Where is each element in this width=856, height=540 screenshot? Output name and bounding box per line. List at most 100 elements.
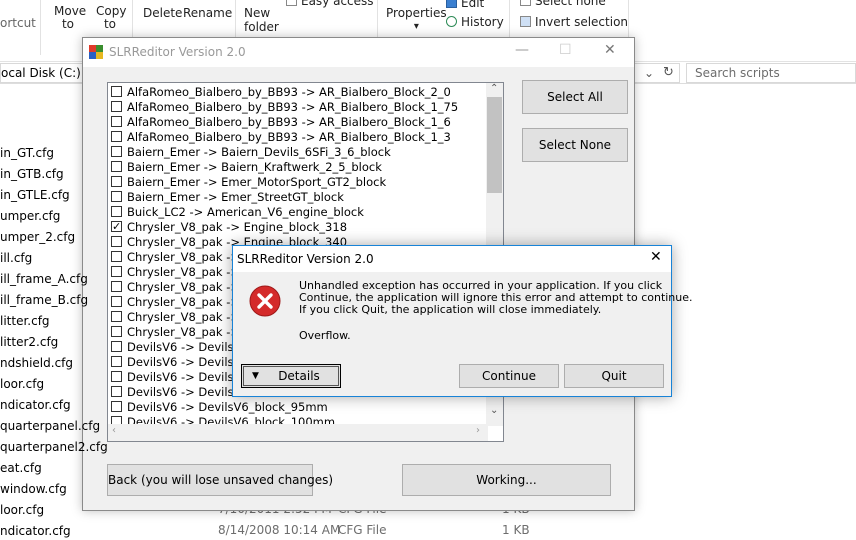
file-item[interactable]: eat.cfg bbox=[0, 461, 42, 475]
checklist-item[interactable]: DevilsV6 -> DevilsV6 bbox=[111, 370, 249, 385]
checklist-item[interactable]: DevilsV6 -> DevilsV6 bbox=[111, 385, 249, 400]
checkbox[interactable] bbox=[111, 326, 122, 337]
file-item[interactable]: loor.cfg bbox=[0, 503, 44, 517]
dialog-title-bar[interactable]: SLRReditor Version 2.0 ✕ bbox=[233, 246, 671, 272]
checklist-item[interactable]: DevilsV6 -> DevilsV6_block_95mm bbox=[111, 400, 328, 415]
checkbox[interactable] bbox=[111, 191, 122, 202]
file-item[interactable]: umper_2.cfg bbox=[0, 230, 75, 244]
back-button[interactable]: Back (you will lose unsaved changes) bbox=[107, 464, 333, 496]
continue-button[interactable]: Continue bbox=[459, 364, 559, 388]
checkbox[interactable] bbox=[111, 386, 122, 397]
checkbox[interactable] bbox=[111, 116, 122, 127]
working-button[interactable]: Working... bbox=[402, 464, 611, 496]
checklist-item[interactable]: Chrysler_V8_pak -> E bbox=[111, 265, 251, 280]
file-item[interactable]: ill_frame_A.cfg bbox=[0, 272, 88, 286]
scroll-down-icon[interactable]: ⌄ bbox=[490, 405, 498, 416]
checkbox[interactable] bbox=[111, 281, 122, 292]
checkbox[interactable] bbox=[111, 236, 122, 247]
checklist-item[interactable]: Buick_LC2 -> American_V6_engine_block bbox=[111, 205, 364, 220]
checklist-item[interactable]: Chrysler_V8_pak -> E bbox=[111, 295, 251, 310]
rename-button[interactable]: Rename bbox=[183, 6, 232, 20]
easy-access-button[interactable]: Easy access bbox=[286, 0, 374, 8]
checkbox[interactable] bbox=[111, 356, 122, 367]
checklist-item[interactable]: Baiern_Emer -> Emer_MotorSport_GT2_block bbox=[111, 175, 386, 190]
checkbox[interactable] bbox=[111, 371, 122, 382]
edit-button[interactable]: Edit bbox=[446, 0, 484, 10]
checklist-item[interactable]: Chrysler_V8_pak -> E bbox=[111, 250, 251, 265]
dialog-title: SLRReditor Version 2.0 bbox=[237, 252, 374, 266]
close-button[interactable]: ✕ bbox=[604, 42, 616, 58]
file-item[interactable]: litter.cfg bbox=[0, 314, 50, 328]
history-button[interactable]: History bbox=[446, 15, 504, 29]
checklist-item[interactable]: Chrysler_V8_pak -> E bbox=[111, 325, 251, 340]
dialog-close-button[interactable]: ✕ bbox=[650, 249, 662, 265]
scrollbar-thumb[interactable] bbox=[487, 97, 502, 193]
new-folder-button[interactable]: New folder bbox=[244, 6, 279, 34]
file-item[interactable]: umper.cfg bbox=[0, 209, 60, 223]
window-title-bar[interactable]: SLRReditor Version 2.0 — ☐ ✕ bbox=[83, 38, 634, 67]
file-item[interactable]: ndshield.cfg bbox=[0, 356, 73, 370]
checklist-item[interactable]: Baiern_Emer -> Baiern_Devils_6SFi_3_6_bl… bbox=[111, 145, 391, 160]
file-item[interactable]: in_GTLE.cfg bbox=[0, 188, 70, 202]
file-item[interactable]: quarterpanel.cfg bbox=[0, 419, 100, 433]
file-item[interactable]: ndicator.cfg bbox=[0, 398, 71, 412]
checklist-item[interactable]: AlfaRomeo_Bialbero_by_BB93 -> AR_Bialber… bbox=[111, 85, 451, 100]
checklist-item[interactable]: Chrysler_V8_pak -> E bbox=[111, 280, 251, 295]
minimize-button[interactable]: — bbox=[515, 42, 529, 58]
checklist-item[interactable]: AlfaRomeo_Bialbero_by_BB93 -> AR_Bialber… bbox=[111, 130, 451, 145]
quit-button[interactable]: Quit bbox=[564, 364, 664, 388]
move-to-label: Move to bbox=[54, 4, 87, 31]
maximize-button[interactable]: ☐ bbox=[559, 42, 572, 58]
checkbox[interactable] bbox=[111, 251, 122, 262]
invert-selection-button[interactable]: Invert selection bbox=[520, 15, 628, 29]
checkbox[interactable] bbox=[111, 161, 122, 172]
scroll-left-icon[interactable]: ‹ bbox=[112, 425, 116, 436]
checklist-item[interactable]: AlfaRomeo_Bialbero_by_BB93 -> AR_Bialber… bbox=[111, 100, 458, 115]
checkbox[interactable] bbox=[111, 146, 122, 157]
file-item[interactable]: litter2.cfg bbox=[0, 335, 58, 349]
file-item[interactable]: ill.cfg bbox=[0, 251, 32, 265]
checkbox[interactable] bbox=[111, 296, 122, 307]
checkbox[interactable] bbox=[111, 206, 122, 217]
checkbox[interactable] bbox=[111, 401, 122, 412]
details-button[interactable]: ▼ Details bbox=[241, 364, 341, 388]
checkbox[interactable] bbox=[111, 311, 122, 322]
select-none-button[interactable]: Select None bbox=[522, 128, 628, 162]
checklist-item[interactable]: Baiern_Emer -> Emer_StreetGT_block bbox=[111, 190, 344, 205]
file-item[interactable]: window.cfg bbox=[0, 482, 67, 496]
checklist-item[interactable]: DevilsV6 -> DevilsV6 bbox=[111, 355, 249, 370]
horizontal-scrollbar[interactable]: ‹ › bbox=[108, 424, 488, 441]
checkbox[interactable] bbox=[111, 341, 122, 352]
checkbox[interactable] bbox=[111, 131, 122, 142]
error-detail: Overflow. bbox=[299, 329, 351, 342]
file-item[interactable]: loor.cfg bbox=[0, 377, 44, 391]
search-input[interactable]: Search scripts bbox=[686, 63, 856, 83]
checklist-item[interactable]: AlfaRomeo_Bialbero_by_BB93 -> AR_Bialber… bbox=[111, 115, 451, 130]
checkbox[interactable] bbox=[111, 176, 122, 187]
select-all-button[interactable]: Select All bbox=[522, 80, 628, 114]
checkbox[interactable] bbox=[111, 266, 122, 277]
file-item[interactable]: in_GT.cfg bbox=[0, 146, 54, 160]
ribbon-shortcut-label[interactable]: ortcut bbox=[0, 16, 36, 30]
chevron-down-icon[interactable]: ⌄ bbox=[644, 64, 654, 82]
properties-button[interactable]: Properties ▾ bbox=[386, 6, 447, 34]
checklist-item[interactable]: Chrysler_V8_pak -> E bbox=[111, 310, 251, 325]
move-to-button[interactable]: Move to bbox=[54, 4, 87, 31]
file-item[interactable]: ill_frame_B.cfg bbox=[0, 293, 88, 307]
delete-button[interactable]: Delete bbox=[143, 6, 182, 20]
checkbox[interactable] bbox=[111, 219, 122, 234]
scroll-up-icon[interactable]: ⌃ bbox=[490, 83, 498, 94]
refresh-icon[interactable]: ↻ bbox=[663, 64, 674, 82]
checklist-item[interactable]: Chrysler_V8_pak -> Engine_block_318 bbox=[111, 219, 347, 235]
checklist-item[interactable]: DevilsV6 -> DevilsV6 bbox=[111, 340, 249, 355]
checkbox[interactable] bbox=[111, 101, 122, 112]
copy-to-button[interactable]: Copy to bbox=[96, 5, 126, 31]
checkbox[interactable] bbox=[111, 86, 122, 97]
checklist-item[interactable]: Baiern_Emer -> Baiern_Kraftwerk_2_5_bloc… bbox=[111, 160, 382, 175]
search-placeholder: Search scripts bbox=[695, 66, 780, 80]
select-none-ribbon-button[interactable]: Select none bbox=[520, 0, 606, 8]
file-item[interactable]: in_GTB.cfg bbox=[0, 167, 64, 181]
scroll-right-icon[interactable]: › bbox=[476, 425, 480, 436]
file-item[interactable]: quarterpanel2.cfg bbox=[0, 440, 108, 454]
file-item[interactable]: ndicator.cfg bbox=[0, 524, 71, 538]
